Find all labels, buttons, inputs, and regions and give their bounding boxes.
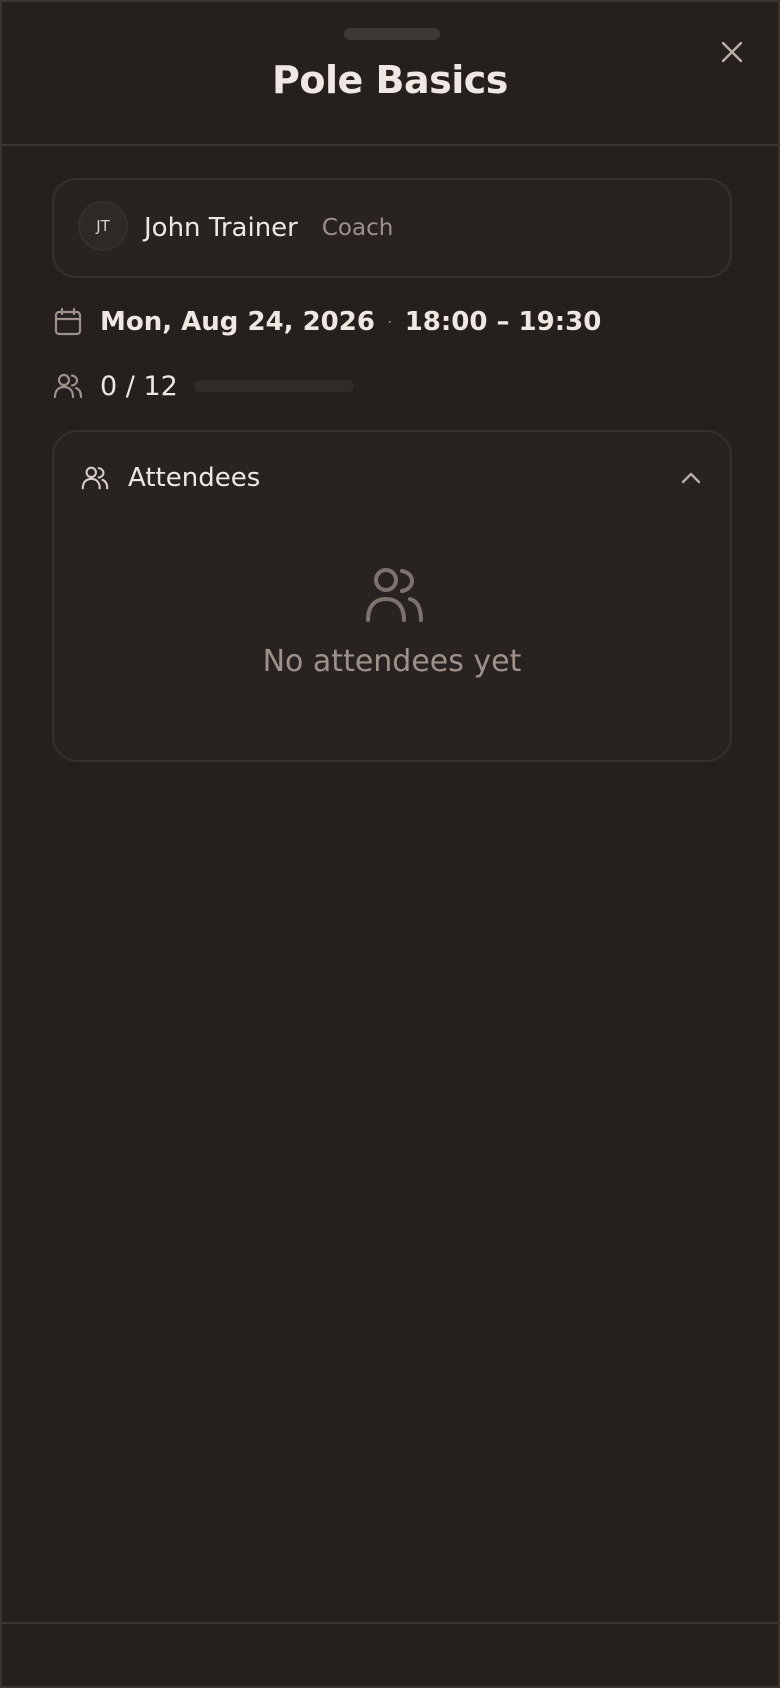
capacity-progress-bar	[193, 380, 354, 392]
users-icon	[53, 373, 83, 399]
calendar-icon	[54, 307, 82, 336]
attendees-toggle[interactable]: Attendees	[80, 458, 704, 498]
coach-role: Coach	[321, 215, 394, 241]
session-capacity: 0 / 12	[52, 366, 354, 406]
attendees-section: Attendees No attendees yet	[52, 430, 732, 762]
close-icon	[721, 41, 743, 63]
users-icon	[81, 466, 109, 490]
session-sheet: Pole Basics JT John Trainer Coach Mon, A…	[0, 0, 780, 1688]
sheet-title: Pole Basics	[272, 58, 508, 102]
separator-dot: ·	[386, 311, 393, 333]
coach-card: JT John Trainer Coach	[52, 178, 732, 278]
footer-divider	[2, 1622, 778, 1624]
session-time: 18:00 – 19:30	[404, 307, 602, 337]
close-button[interactable]	[718, 38, 746, 66]
header-divider	[2, 144, 778, 146]
session-date: Mon, Aug 24, 2026	[100, 307, 375, 337]
avatar: JT	[78, 201, 128, 251]
attendees-title: Attendees	[128, 463, 261, 493]
chevron-up-icon	[681, 472, 701, 484]
empty-state-text: No attendees yet	[262, 644, 522, 679]
users-empty-icon	[366, 568, 423, 622]
coach-name: John Trainer	[144, 213, 298, 243]
capacity-count: 0 / 12	[100, 370, 178, 402]
drag-handle[interactable]	[344, 28, 440, 40]
session-datetime: Mon, Aug 24, 2026 · 18:00 – 19:30	[52, 302, 601, 342]
